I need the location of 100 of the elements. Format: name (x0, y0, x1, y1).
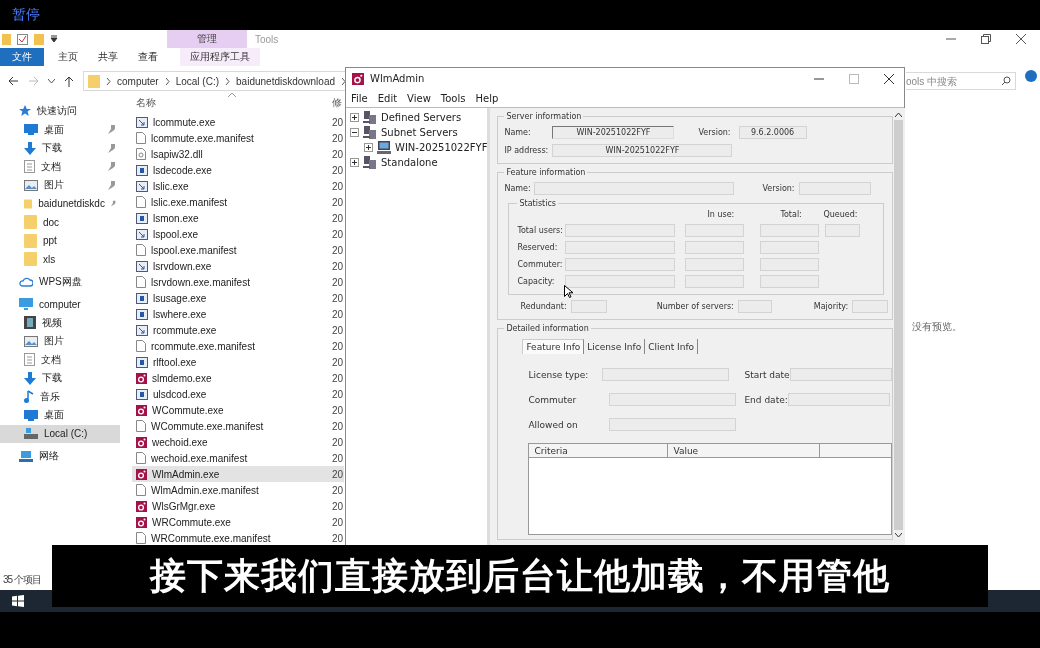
tab[interactable]: Feature Info (522, 339, 585, 354)
tab[interactable]: Client Info (645, 339, 699, 354)
column-header[interactable]: Criteria (529, 444, 669, 458)
file-row[interactable]: lsrvdown.exe.manifest 20 (132, 274, 344, 290)
menu-item[interactable]: Help (475, 92, 499, 104)
pin-icon[interactable] (108, 125, 116, 135)
column-header[interactable]: Value (668, 444, 821, 458)
nav-item[interactable]: 文档 (0, 157, 120, 176)
field-label: Reserved: (517, 243, 559, 252)
nav-item[interactable]: baidunetdiskdc (0, 194, 120, 213)
help-icon[interactable] (1025, 70, 1037, 82)
tree-item[interactable]: WIN-20251022FYF (346, 140, 488, 155)
document-icon (24, 160, 35, 174)
ribbon-tab[interactable]: 文件 (0, 48, 44, 66)
expander-icon[interactable] (364, 143, 373, 152)
file-row[interactable]: lsmon.exe 20 (132, 210, 344, 226)
file-row[interactable]: lsusage.exe 20 (132, 290, 344, 306)
tree-item[interactable]: Defined Servers (346, 110, 488, 125)
recent-icon[interactable] (48, 78, 55, 84)
file-row[interactable]: WlmAdmin.exe 20 (132, 466, 344, 482)
nav-item[interactable]: WPS网盘 (0, 272, 120, 291)
servers-icon (363, 156, 377, 169)
file-row[interactable]: rcommute.exe.manifest 20 (132, 338, 344, 354)
expander-icon[interactable] (350, 128, 359, 137)
file-row[interactable]: WCommute.exe 20 (132, 402, 344, 418)
nav-item[interactable]: 网络 (0, 447, 120, 466)
nav-item[interactable]: 音乐 (0, 387, 120, 406)
nav-item[interactable]: 下载 (0, 369, 120, 388)
majority-field (852, 299, 889, 313)
file-row[interactable]: ulsdcod.exe 20 (132, 386, 344, 402)
nav-item[interactable]: 下载 (0, 139, 120, 158)
restore-icon[interactable] (981, 34, 991, 44)
nav-item[interactable]: 文档 (0, 350, 120, 369)
column-header[interactable]: 修 (332, 96, 344, 110)
nav-item[interactable]: 桌面 (0, 406, 120, 425)
program-icon (136, 324, 148, 336)
menu-item[interactable]: Edit (377, 92, 398, 104)
properties-icon[interactable] (17, 33, 28, 45)
file-row[interactable]: WRCommute.exe 20 (132, 514, 344, 530)
file-row[interactable]: WCommute.exe.manifest 20 (132, 418, 344, 434)
file-row[interactable]: lspool.exe.manifest 20 (132, 242, 344, 258)
tab[interactable]: License Info (584, 339, 646, 354)
file-row[interactable]: WlsGrMgr.exe 20 (132, 498, 344, 514)
address-bar[interactable]: computer Local (C:) baidunetdiskdownload (83, 71, 346, 91)
nav-item[interactable]: doc (0, 213, 120, 232)
file-row[interactable]: slmdemo.exe 20 (132, 370, 344, 386)
file-row[interactable]: wechoid.exe.manifest 20 (132, 450, 344, 466)
ribbon-tab[interactable]: 共享 (88, 48, 128, 66)
tree-item[interactable]: Subnet Servers (346, 125, 488, 140)
breadcrumb[interactable]: computer (117, 75, 159, 87)
nav-item[interactable]: xls (0, 250, 120, 269)
nav-item[interactable]: ppt (0, 231, 120, 250)
breadcrumb[interactable]: Local (C:) (175, 75, 220, 87)
scroll-down-icon[interactable] (895, 533, 903, 538)
nav-item[interactable]: 图片 (0, 176, 120, 195)
search-field[interactable]: ools 中搜索 (906, 72, 1016, 90)
file-row[interactable]: WlmAdmin.exe.manifest 20 (132, 482, 344, 498)
file-row[interactable]: lswhere.exe 20 (132, 306, 344, 322)
file-row[interactable]: lsdecode.exe 20 (132, 162, 344, 178)
dropdown-icon[interactable] (50, 35, 58, 43)
file-row[interactable]: lspool.exe 20 (132, 226, 344, 242)
file-row[interactable]: WRCommute.exe.manifest 20 (132, 530, 344, 546)
menu-item[interactable]: File (351, 92, 368, 104)
up-icon[interactable] (64, 75, 74, 87)
scroll-up-icon[interactable] (895, 112, 903, 117)
pin-icon[interactable] (108, 143, 116, 153)
nav-item[interactable]: 图片 (0, 332, 120, 351)
file-row[interactable]: rlftool.exe 20 (132, 354, 344, 370)
file-row[interactable]: lsrvdown.exe 20 (132, 258, 344, 274)
sort-caret-icon (228, 92, 236, 97)
file-row[interactable]: lsapiw32.dll 20 (132, 146, 344, 162)
ribbon-tab[interactable]: 查看 (128, 48, 168, 66)
nav-item[interactable]: computer (0, 295, 120, 314)
ribbon-tab[interactable]: 应用程序工具 (180, 48, 260, 66)
file-row[interactable]: lcommute.exe 20 (132, 114, 344, 130)
tree-item[interactable]: Standalone (346, 155, 488, 170)
close-icon[interactable] (884, 73, 894, 84)
file-row[interactable]: lslic.exe 20 (132, 178, 344, 194)
breadcrumb[interactable]: baidunetdiskdownload (236, 75, 335, 87)
nav-item[interactable]: 快速访问 (0, 102, 120, 121)
file-row[interactable]: wechoid.exe 20 (132, 434, 344, 450)
menu-item[interactable]: Tools (440, 92, 466, 104)
nav-item[interactable]: 桌面 (0, 120, 120, 139)
menu-item[interactable]: View (407, 92, 431, 104)
column-header[interactable]: 名称 (136, 96, 156, 110)
pin-icon[interactable] (108, 180, 116, 190)
nav-item[interactable]: Local (C:) (0, 424, 120, 443)
file-row[interactable]: lslic.exe.manifest 20 (132, 194, 344, 210)
expander-icon[interactable] (350, 158, 359, 167)
pin-icon[interactable] (110, 199, 116, 209)
file-icon (136, 420, 146, 432)
file-row[interactable]: lcommute.exe.manifest 20 (132, 130, 344, 146)
ribbon-tab[interactable]: 主页 (48, 48, 88, 66)
back-icon[interactable] (8, 76, 19, 86)
close-icon[interactable] (1016, 34, 1026, 44)
expander-icon[interactable] (350, 113, 359, 122)
pin-icon[interactable] (108, 162, 116, 172)
file-row[interactable]: rcommute.exe 20 (132, 322, 344, 338)
nav-item[interactable]: 视频 (0, 313, 120, 332)
windows-icon[interactable] (12, 595, 24, 607)
